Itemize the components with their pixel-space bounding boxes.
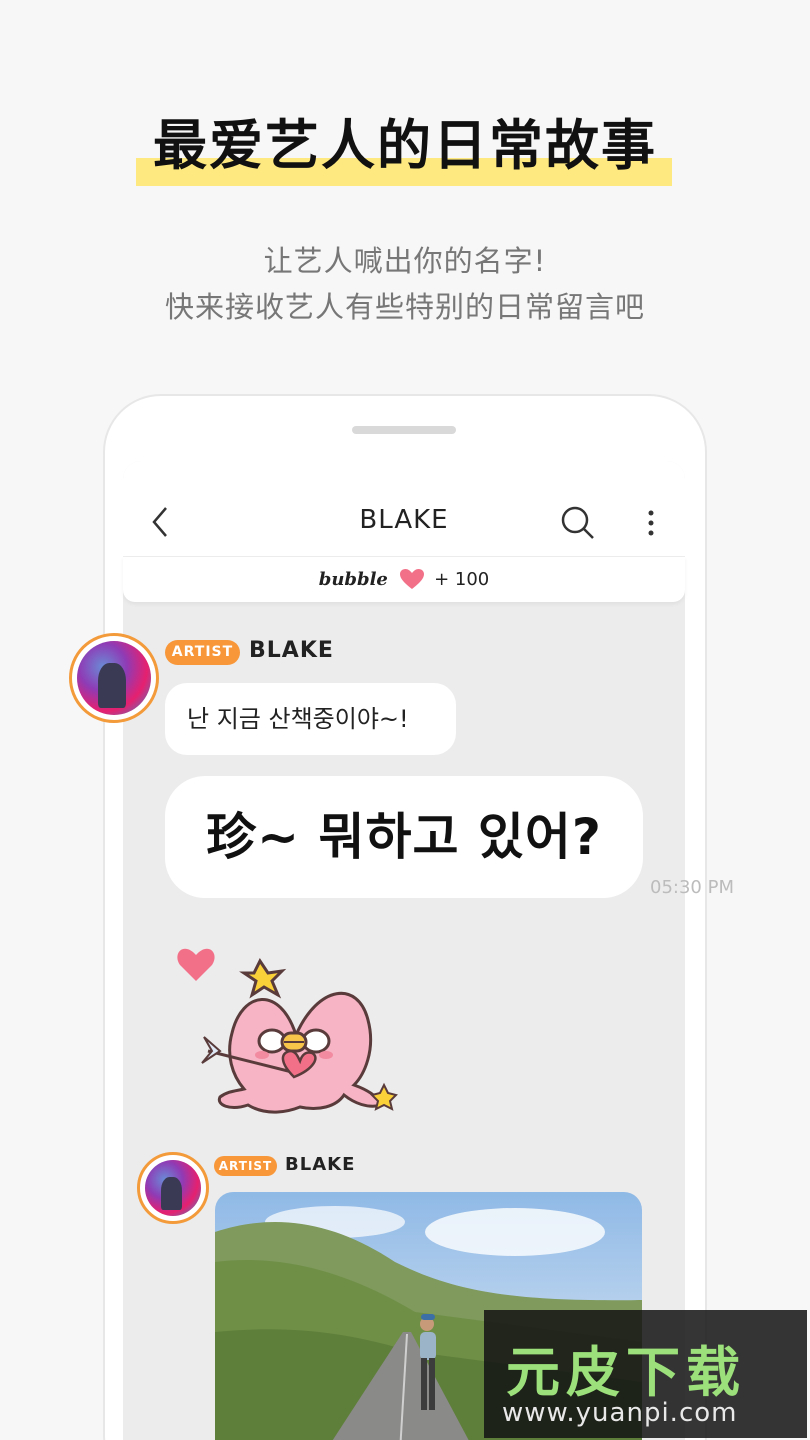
message-bubble-large[interactable]: 珍~ 뭐하고 있어? xyxy=(165,776,643,898)
sender-name: BLAKE xyxy=(249,638,334,663)
artist-badge: ARTIST xyxy=(165,640,240,665)
subtitle-line-1: 让艺人喊出你的名字! xyxy=(263,244,547,278)
heart-icon xyxy=(399,562,425,607)
phone-speaker xyxy=(352,426,456,434)
more-vertical-icon[interactable] xyxy=(641,509,661,543)
avatar[interactable] xyxy=(69,633,159,723)
sender-name: BLAKE xyxy=(285,1154,356,1175)
avatar[interactable] xyxy=(137,1152,209,1224)
watermark: 元皮下载 www.yuanpi.com xyxy=(484,1310,807,1438)
chat-title: BLAKE xyxy=(359,505,449,535)
bubble-bar: bubble + 100 xyxy=(123,557,685,602)
subtitle-line-2: 快来接收艺人有些特别的日常留言吧 xyxy=(164,290,645,324)
promo-heading: 最爱艺人的日常故事 xyxy=(0,110,810,186)
bubble-count: + 100 xyxy=(434,569,490,590)
avatar-image xyxy=(145,1160,201,1216)
message-timestamp: 05:30 PM xyxy=(650,877,734,898)
watermark-url: www.yuanpi.com xyxy=(502,1398,738,1428)
app-bar: BLAKE xyxy=(123,461,685,557)
bubble-logo: bubble xyxy=(318,569,388,590)
artist-badge: ARTIST xyxy=(214,1156,277,1176)
message-bubble[interactable]: 난 지금 산책중이야~! xyxy=(165,683,456,755)
search-icon[interactable] xyxy=(560,505,596,545)
octopus-sticker[interactable] xyxy=(168,925,408,1129)
watermark-brand: 元皮下载 xyxy=(506,1341,746,1404)
headline: 最爱艺人的日常故事 xyxy=(153,114,657,177)
avatar-image xyxy=(77,641,151,715)
